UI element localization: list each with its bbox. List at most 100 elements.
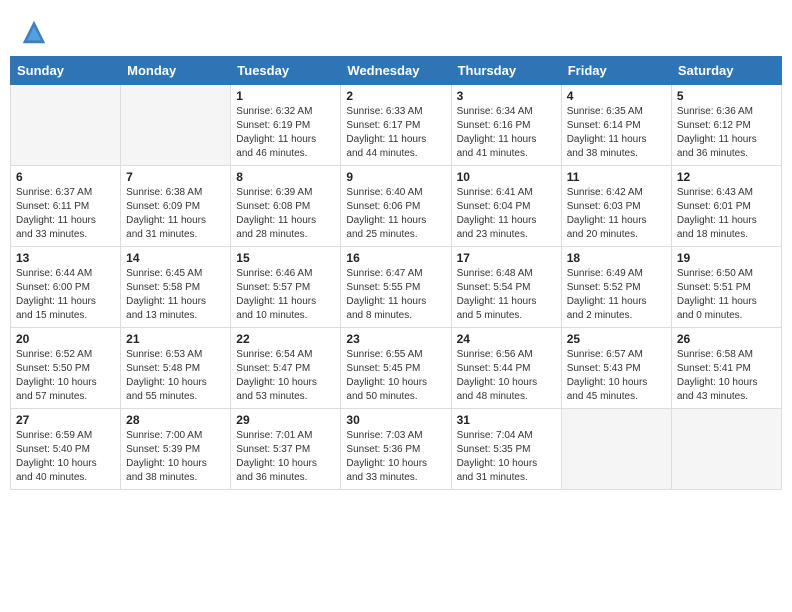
table-row: 12 Sunrise: 6:43 AMSunset: 6:01 PMDayligh…: [671, 166, 781, 247]
day-info: Sunrise: 6:44 AMSunset: 6:00 PMDaylight:…: [16, 267, 115, 323]
table-row: [121, 85, 231, 166]
table-row: [11, 85, 121, 166]
day-info: Sunrise: 6:33 AMSunset: 6:17 PMDaylight:…: [346, 105, 445, 161]
table-row: 2 Sunrise: 6:33 AMSunset: 6:17 PMDaylight…: [341, 85, 451, 166]
day-number: 14: [126, 251, 225, 265]
calendar-table: Sunday Monday Tuesday Wednesday Thursday…: [10, 56, 782, 490]
day-number: 28: [126, 413, 225, 427]
day-info: Sunrise: 6:57 AMSunset: 5:43 PMDaylight:…: [567, 348, 666, 404]
table-row: 30 Sunrise: 7:03 AMSunset: 5:36 PMDayligh…: [341, 409, 451, 490]
table-row: 23Sunrise: 6:55 AMSunset: 5:45 PMDayligh…: [341, 328, 451, 409]
day-info: Sunrise: 6:40 AMSunset: 6:06 PMDaylight:…: [346, 186, 445, 242]
col-sunday: Sunday: [11, 57, 121, 85]
table-row: 11 Sunrise: 6:42 AMSunset: 6:03 PMDayligh…: [561, 166, 671, 247]
day-number: 27: [16, 413, 115, 427]
day-number: 4: [567, 89, 666, 103]
day-number: 30: [346, 413, 445, 427]
day-info: Sunrise: 7:00 AMSunset: 5:39 PMDaylight:…: [126, 429, 225, 485]
table-row: 16 Sunrise: 6:47 AMSunset: 5:55 PMDayligh…: [341, 247, 451, 328]
table-row: 13 Sunrise: 6:44 AMSunset: 6:00 PMDayligh…: [11, 247, 121, 328]
day-info: Sunrise: 6:49 AMSunset: 5:52 PMDaylight:…: [567, 267, 666, 323]
day-info: Sunrise: 6:43 AMSunset: 6:01 PMDaylight:…: [677, 186, 776, 242]
table-row: 4 Sunrise: 6:35 AMSunset: 6:14 PMDaylight…: [561, 85, 671, 166]
day-number: 22: [236, 332, 335, 346]
table-row: 24 Sunrise: 6:56 AMSunset: 5:44 PMDayligh…: [451, 328, 561, 409]
table-row: [561, 409, 671, 490]
calendar-week-row: 1 Sunrise: 6:32 AMSunset: 6:19 PMDaylight…: [11, 85, 782, 166]
logo: [20, 18, 52, 46]
day-number: 25: [567, 332, 666, 346]
table-row: 8 Sunrise: 6:39 AMSunset: 6:08 PMDaylight…: [231, 166, 341, 247]
day-info: Sunrise: 6:50 AMSunset: 5:51 PMDaylight:…: [677, 267, 776, 323]
table-row: 17 Sunrise: 6:48 AMSunset: 5:54 PMDayligh…: [451, 247, 561, 328]
day-info: Sunrise: 6:36 AMSunset: 6:12 PMDaylight:…: [677, 105, 776, 161]
day-number: 21: [126, 332, 225, 346]
header: [0, 0, 792, 56]
day-number: 29: [236, 413, 335, 427]
day-info: Sunrise: 6:34 AMSunset: 6:16 PMDaylight:…: [457, 105, 556, 161]
day-info: Sunrise: 6:55 AMSunset: 5:45 PMDaylight:…: [346, 348, 445, 404]
day-number: 19: [677, 251, 776, 265]
calendar-week-row: 13 Sunrise: 6:44 AMSunset: 6:00 PMDayligh…: [11, 247, 782, 328]
calendar-week-row: 20 Sunrise: 6:52 AMSunset: 5:50 PMDayligh…: [11, 328, 782, 409]
day-info: Sunrise: 6:59 AMSunset: 5:40 PMDaylight:…: [16, 429, 115, 485]
table-row: 3 Sunrise: 6:34 AMSunset: 6:16 PMDaylight…: [451, 85, 561, 166]
day-number: 15: [236, 251, 335, 265]
table-row: 5Sunrise: 6:36 AMSunset: 6:12 PMDaylight…: [671, 85, 781, 166]
table-row: 22 Sunrise: 6:54 AMSunset: 5:47 PMDayligh…: [231, 328, 341, 409]
table-row: 19 Sunrise: 6:50 AMSunset: 5:51 PMDayligh…: [671, 247, 781, 328]
day-number: 3: [457, 89, 556, 103]
day-info: Sunrise: 6:56 AMSunset: 5:44 PMDaylight:…: [457, 348, 556, 404]
table-row: 28 Sunrise: 7:00 AMSunset: 5:39 PMDayligh…: [121, 409, 231, 490]
day-number: 12: [677, 170, 776, 184]
day-number: 31: [457, 413, 556, 427]
day-number: 17: [457, 251, 556, 265]
day-number: 6: [16, 170, 115, 184]
table-row: 6Sunrise: 6:37 AMSunset: 6:11 PMDaylight…: [11, 166, 121, 247]
table-row: 10 Sunrise: 6:41 AMSunset: 6:04 PMDayligh…: [451, 166, 561, 247]
logo-icon: [20, 18, 48, 46]
day-info: Sunrise: 6:41 AMSunset: 6:04 PMDaylight:…: [457, 186, 556, 242]
day-info: Sunrise: 6:52 AMSunset: 5:50 PMDaylight:…: [16, 348, 115, 404]
day-number: 11: [567, 170, 666, 184]
day-number: 7: [126, 170, 225, 184]
day-number: 16: [346, 251, 445, 265]
day-number: 13: [16, 251, 115, 265]
day-number: 24: [457, 332, 556, 346]
table-row: 9 Sunrise: 6:40 AMSunset: 6:06 PMDaylight…: [341, 166, 451, 247]
day-info: Sunrise: 6:45 AMSunset: 5:58 PMDaylight:…: [126, 267, 225, 323]
col-wednesday: Wednesday: [341, 57, 451, 85]
day-info: Sunrise: 6:58 AMSunset: 5:41 PMDaylight:…: [677, 348, 776, 404]
day-number: 26: [677, 332, 776, 346]
day-info: Sunrise: 6:39 AMSunset: 6:08 PMDaylight:…: [236, 186, 335, 242]
day-number: 2: [346, 89, 445, 103]
day-number: 1: [236, 89, 335, 103]
day-info: Sunrise: 6:48 AMSunset: 5:54 PMDaylight:…: [457, 267, 556, 323]
table-row: 14 Sunrise: 6:45 AMSunset: 5:58 PMDayligh…: [121, 247, 231, 328]
day-info: Sunrise: 7:03 AMSunset: 5:36 PMDaylight:…: [346, 429, 445, 485]
day-info: Sunrise: 6:42 AMSunset: 6:03 PMDaylight:…: [567, 186, 666, 242]
table-row: 27 Sunrise: 6:59 AMSunset: 5:40 PMDayligh…: [11, 409, 121, 490]
day-info: Sunrise: 6:35 AMSunset: 6:14 PMDaylight:…: [567, 105, 666, 161]
table-row: 31Sunrise: 7:04 AMSunset: 5:35 PMDayligh…: [451, 409, 561, 490]
table-row: 1 Sunrise: 6:32 AMSunset: 6:19 PMDaylight…: [231, 85, 341, 166]
day-info: Sunrise: 6:54 AMSunset: 5:47 PMDaylight:…: [236, 348, 335, 404]
table-row: [671, 409, 781, 490]
table-row: 25 Sunrise: 6:57 AMSunset: 5:43 PMDayligh…: [561, 328, 671, 409]
page: Sunday Monday Tuesday Wednesday Thursday…: [0, 0, 792, 612]
col-monday: Monday: [121, 57, 231, 85]
day-info: Sunrise: 6:47 AMSunset: 5:55 PMDaylight:…: [346, 267, 445, 323]
day-info: Sunrise: 6:38 AMSunset: 6:09 PMDaylight:…: [126, 186, 225, 242]
calendar-week-row: 6Sunrise: 6:37 AMSunset: 6:11 PMDaylight…: [11, 166, 782, 247]
calendar-week-row: 27 Sunrise: 6:59 AMSunset: 5:40 PMDayligh…: [11, 409, 782, 490]
table-row: 15Sunrise: 6:46 AMSunset: 5:57 PMDayligh…: [231, 247, 341, 328]
day-info: Sunrise: 6:32 AMSunset: 6:19 PMDaylight:…: [236, 105, 335, 161]
day-number: 20: [16, 332, 115, 346]
day-number: 18: [567, 251, 666, 265]
table-row: 29Sunrise: 7:01 AMSunset: 5:37 PMDayligh…: [231, 409, 341, 490]
table-row: 7 Sunrise: 6:38 AMSunset: 6:09 PMDaylight…: [121, 166, 231, 247]
day-number: 9: [346, 170, 445, 184]
day-number: 8: [236, 170, 335, 184]
col-thursday: Thursday: [451, 57, 561, 85]
day-number: 10: [457, 170, 556, 184]
